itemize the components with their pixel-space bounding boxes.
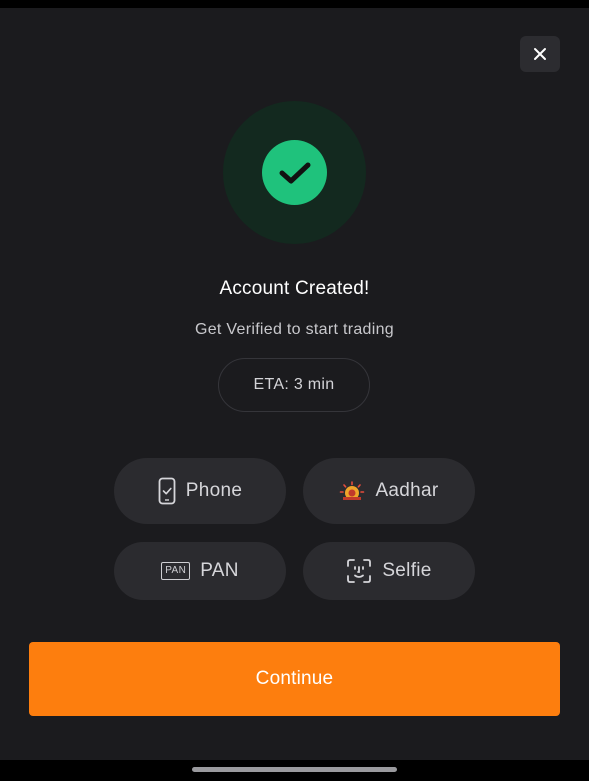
success-indicator — [223, 101, 366, 244]
eta-badge: ETA: 3 min — [218, 358, 370, 412]
verify-pan-chip[interactable]: PAN PAN — [114, 542, 286, 600]
home-indicator — [192, 767, 397, 772]
phone-check-icon — [158, 477, 176, 505]
aadhar-logo-icon — [339, 481, 365, 501]
verify-phone-label: Phone — [185, 480, 243, 501]
pan-card-icon: PAN — [161, 562, 191, 580]
account-created-sheet: Account Created! Get Verified to start t… — [0, 8, 589, 760]
verify-aadhar-label: Aadhar — [375, 480, 439, 501]
page-subtitle: Get Verified to start trading — [194, 321, 395, 338]
verify-pan-label: PAN — [200, 560, 239, 581]
success-badge — [262, 140, 327, 205]
verify-aadhar-chip[interactable]: Aadhar — [303, 458, 475, 524]
close-button[interactable] — [520, 36, 560, 72]
checkmark-icon — [278, 160, 312, 186]
page-title: Account Created! — [219, 278, 370, 299]
face-scan-icon — [346, 558, 372, 584]
verify-selfie-label: Selfie — [382, 560, 432, 581]
verify-selfie-chip[interactable]: Selfie — [303, 542, 475, 600]
close-icon — [532, 46, 548, 62]
status-bar-area — [0, 0, 589, 8]
verify-phone-chip[interactable]: Phone — [114, 458, 286, 524]
continue-button[interactable]: Continue — [29, 642, 560, 716]
